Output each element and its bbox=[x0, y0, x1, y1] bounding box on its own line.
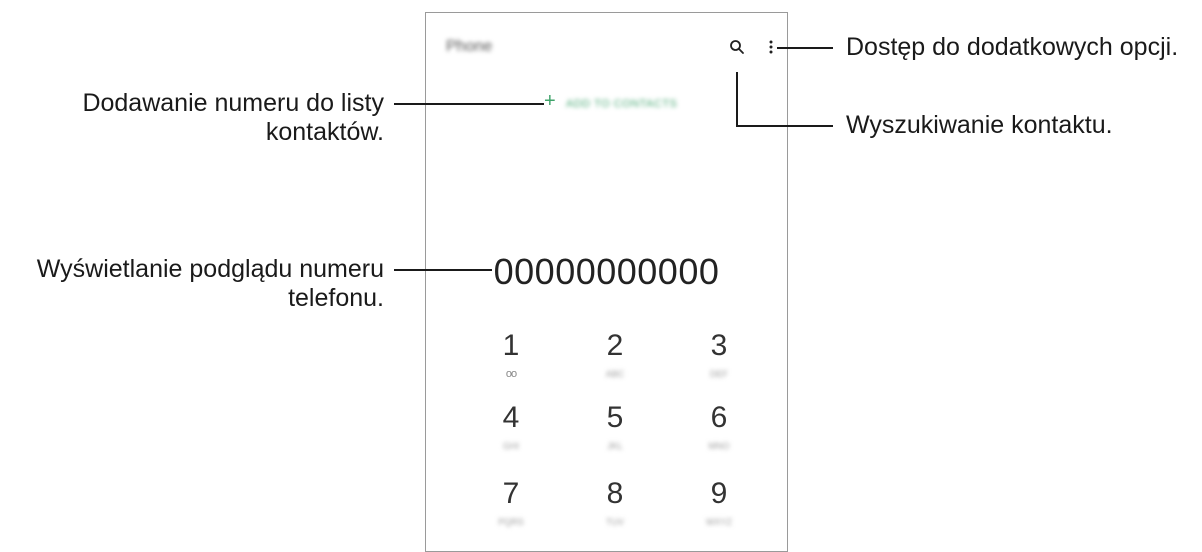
callout-line-add-contact bbox=[394, 103, 544, 105]
callout-line-more-options bbox=[777, 47, 833, 49]
key-letters: JKL bbox=[607, 441, 623, 451]
callout-preview-line2: telefonu. bbox=[288, 284, 384, 312]
key-letters: GHI bbox=[502, 441, 519, 451]
callout-line-number-preview bbox=[394, 269, 492, 271]
plus-icon: + bbox=[544, 90, 556, 112]
app-title: Phone bbox=[446, 38, 493, 55]
callout-more-options: Dostęp do dodatkowych opcji. bbox=[846, 33, 1179, 61]
key-digit: 7 bbox=[502, 477, 520, 510]
key-digit: 4 bbox=[502, 401, 520, 434]
key-digit: 9 bbox=[710, 477, 728, 510]
dial-key-5[interactable]: 5 JKL bbox=[575, 401, 655, 453]
key-digit: 8 bbox=[606, 477, 624, 510]
dial-key-2[interactable]: 2 ABC bbox=[575, 329, 655, 381]
dial-key-1[interactable]: 1 oo bbox=[471, 329, 551, 381]
key-digit: 6 bbox=[710, 401, 728, 434]
add-to-contacts-label: ADD TO CONTACTS bbox=[566, 98, 678, 110]
dial-key-4[interactable]: 4 GHI bbox=[471, 401, 551, 453]
callout-line-search-horizontal bbox=[736, 125, 833, 127]
callout-number-preview: Wyświetlanie podglądu numeru telefonu. bbox=[37, 255, 384, 313]
callout-search-contact: Wyszukiwanie kontaktu. bbox=[846, 111, 1113, 139]
key-letters: ABC bbox=[605, 369, 625, 379]
dial-key-3[interactable]: 3 DEF bbox=[679, 329, 759, 381]
callout-add-contact-line1: Dodawanie numeru do listy bbox=[82, 89, 384, 117]
key-digit: 3 bbox=[710, 329, 728, 362]
callout-add-contact: Dodawanie numeru do listy kontaktów. bbox=[82, 89, 384, 147]
callout-preview-line1: Wyświetlanie podglądu numeru bbox=[36, 255, 384, 283]
callout-line-search-vertical bbox=[736, 72, 738, 127]
voicemail-icon: oo bbox=[505, 368, 517, 380]
key-letters: DEF bbox=[710, 369, 728, 379]
phone-dialer-screen: Phone + ADD TO CONTACTS 00000000000 1 oo… bbox=[425, 12, 788, 552]
key-letters: MNO bbox=[708, 441, 730, 451]
dial-key-7[interactable]: 7 PQRS bbox=[471, 477, 551, 529]
more-options-icon[interactable] bbox=[768, 39, 774, 60]
key-digit: 5 bbox=[606, 401, 624, 434]
dial-key-8[interactable]: 8 TUV bbox=[575, 477, 655, 529]
callout-add-contact-line2: kontaktów. bbox=[265, 118, 384, 146]
key-digit: 2 bbox=[606, 329, 624, 362]
dial-key-9[interactable]: 9 WXYZ bbox=[679, 477, 759, 529]
key-digit: 1 bbox=[502, 329, 520, 362]
key-letters: PQRS bbox=[498, 517, 524, 527]
key-letters: TUV bbox=[606, 517, 624, 527]
dial-key-6[interactable]: 6 MNO bbox=[679, 401, 759, 453]
key-letters: WXYZ bbox=[706, 517, 732, 527]
number-preview: 00000000000 bbox=[493, 251, 720, 292]
search-icon[interactable] bbox=[729, 39, 745, 60]
